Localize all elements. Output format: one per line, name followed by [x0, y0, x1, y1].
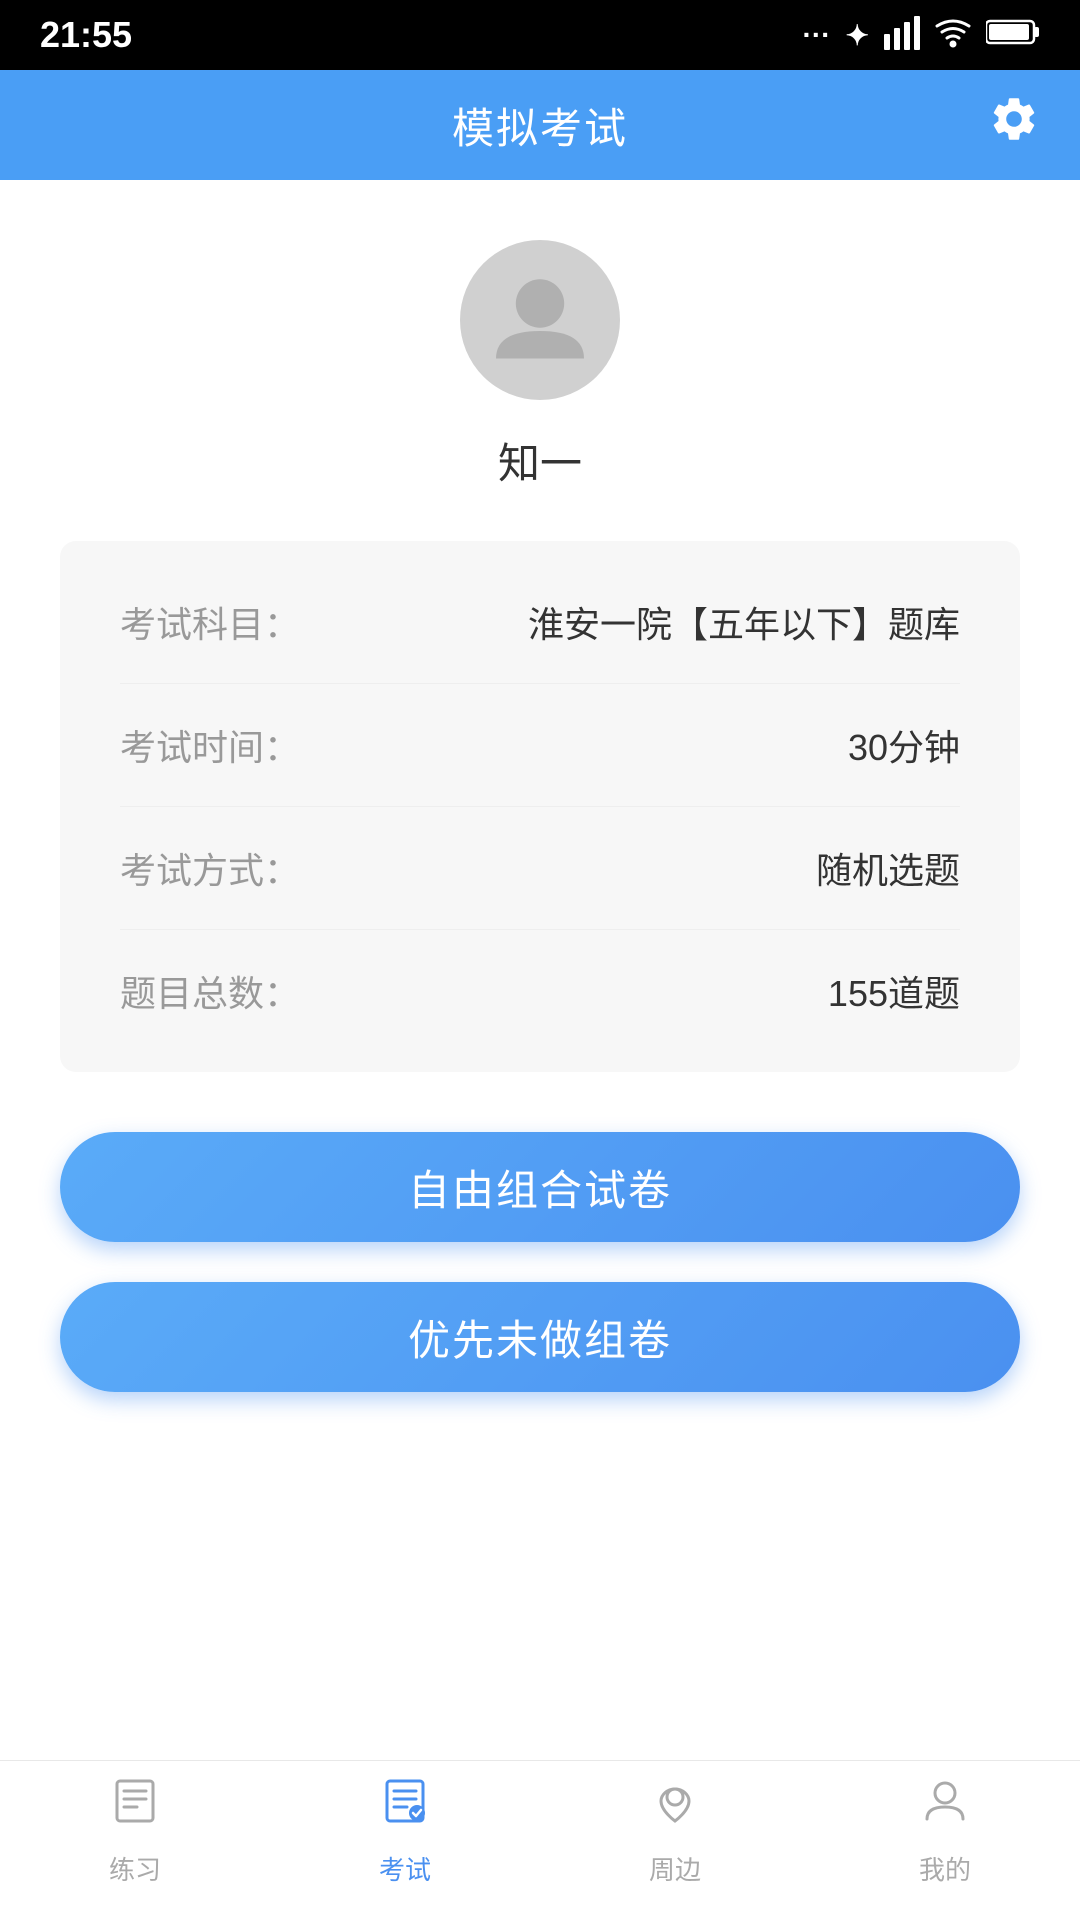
exam-time-row: 考试时间： 30分钟 [120, 684, 960, 807]
exam-mode-label: 考试方式： [120, 842, 300, 894]
exam-total-label: 题目总数： [120, 965, 300, 1017]
header: 模拟考试 [0, 70, 1080, 180]
nav-item-practice[interactable]: 练习 [89, 1765, 181, 1897]
free-compose-button[interactable]: 自由组合试卷 [60, 1132, 1020, 1242]
exam-subject-row: 考试科目： 淮安一院【五年以下】题库 [120, 561, 960, 684]
username: 知一 [498, 430, 582, 491]
nav-label-practice: 练习 [109, 1850, 161, 1887]
nav-label-nearby: 周边 [649, 1850, 701, 1887]
exam-total-value: 155道题 [828, 965, 960, 1017]
nav-item-profile[interactable]: 我的 [899, 1765, 991, 1897]
bottom-nav: 练习 考试 周边 [0, 1760, 1080, 1920]
settings-button[interactable] [988, 93, 1040, 157]
wifi-icon [935, 14, 971, 57]
nav-label-profile: 我的 [919, 1850, 971, 1887]
ellipsis-icon: ··· [803, 19, 831, 51]
main-content: 知一 考试科目： 淮安一院【五年以下】题库 考试时间： 30分钟 考试方式： 随… [0, 180, 1080, 1760]
info-card: 考试科目： 淮安一院【五年以下】题库 考试时间： 30分钟 考试方式： 随机选题… [60, 541, 1020, 1072]
nav-item-exam[interactable]: 考试 [359, 1765, 451, 1897]
avatar-section: 知一 [460, 240, 620, 491]
status-time: 21:55 [40, 14, 132, 56]
battery-icon [986, 17, 1040, 54]
exam-subject-label: 考试科目： [120, 596, 300, 648]
priority-undone-button[interactable]: 优先未做组卷 [60, 1282, 1020, 1392]
signal-icon [884, 14, 920, 57]
nearby-icon [649, 1775, 701, 1840]
exam-mode-row: 考试方式： 随机选题 [120, 807, 960, 930]
profile-icon [919, 1775, 971, 1840]
avatar-icon [460, 240, 620, 400]
exam-mode-value: 随机选题 [816, 842, 960, 894]
status-bar: 21:55 ··· ✦ [0, 0, 1080, 70]
status-icons: ··· ✦ [803, 14, 1040, 57]
exam-total-row: 题目总数： 155道题 [120, 930, 960, 1052]
exam-icon [379, 1775, 431, 1840]
header-title: 模拟考试 [452, 95, 628, 156]
exam-time-label: 考试时间： [120, 719, 300, 771]
nav-label-exam: 考试 [379, 1850, 431, 1887]
nav-item-nearby[interactable]: 周边 [629, 1765, 721, 1897]
avatar [460, 240, 620, 400]
buttons-section: 自由组合试卷 优先未做组卷 [60, 1132, 1020, 1392]
practice-icon [109, 1775, 161, 1840]
bluetooth-icon: ✦ [846, 19, 869, 52]
exam-time-value: 30分钟 [848, 719, 960, 771]
exam-subject-value: 淮安一院【五年以下】题库 [528, 596, 960, 648]
